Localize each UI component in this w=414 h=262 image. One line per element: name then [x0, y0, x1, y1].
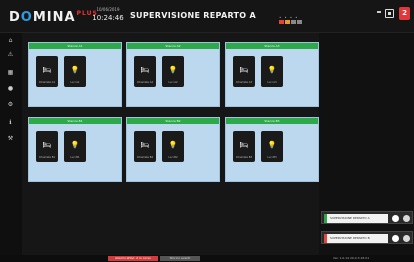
tile-caption: Luci B3: [267, 156, 277, 159]
room-title: Stanza A1: [29, 43, 121, 49]
home-icon[interactable]: [385, 9, 394, 18]
logo-letter-d: D: [9, 10, 21, 25]
tile-caption: Chiamata B1: [38, 156, 56, 159]
room-card: Stanza B3 🛏 Chiamata B3 💡 Luci B3: [225, 117, 319, 182]
alarm-status-icon: [279, 20, 284, 24]
date-time: 10/06/2019 10:24:46: [88, 7, 128, 22]
room-card: Stanza B2 🛏 Chiamata B2 💡 Luci B2: [126, 117, 220, 182]
light-bulb-icon: 💡: [267, 141, 277, 149]
logo-letters-mina: MINA: [32, 10, 76, 25]
room-title: Stanza B3: [226, 118, 318, 124]
bed-icon: 🛏: [239, 66, 249, 74]
bed-call-tile[interactable]: 🛏 Chiamata A1: [36, 56, 58, 87]
department-label[interactable]: SUPERVISIONE REPARTO A: [324, 214, 388, 223]
domina-logo: DOMINAPLUS: [9, 10, 98, 25]
sidebar-home-icon[interactable]: ⌂: [6, 37, 15, 44]
light-tile[interactable]: 💡 Luci B2: [162, 131, 184, 162]
light-tile[interactable]: 💡 Luci A2: [162, 56, 184, 87]
view-icon[interactable]: [403, 215, 410, 222]
tile-caption: Chiamata A3: [235, 81, 253, 84]
room-card: Stanza A2 🛏 Chiamata A2 💡 Luci A2: [126, 42, 220, 107]
status-dots: ••••: [279, 15, 301, 20]
bed-call-tile[interactable]: 🛏 Chiamata B3: [233, 131, 255, 162]
room-card: Stanza A3 🛏 Chiamata A3 💡 Luci A3: [225, 42, 319, 107]
language-flag-icon[interactable]: [269, 257, 281, 260]
department-label[interactable]: SUPERVISIONE REPARTO B: [324, 234, 388, 243]
logo-letter-o: O: [20, 10, 33, 25]
minimize-icon[interactable]: [377, 11, 381, 13]
sidebar-info-icon[interactable]: ℹ: [6, 119, 15, 126]
tile-caption: Chiamata B3: [235, 156, 253, 159]
tile-caption: Chiamata A1: [38, 81, 56, 84]
sidebar-tools-icon[interactable]: ⚒: [6, 135, 15, 142]
info-indicator[interactable]: Storico eventi: [160, 256, 200, 261]
room-card: Stanza B1 🛏 Chiamata B1 💡 Luci B1: [28, 117, 122, 182]
bed-call-tile[interactable]: 🛏 Chiamata B1: [36, 131, 58, 162]
status-bar: Allarmi attivi: 2 in corso Storico event…: [0, 255, 414, 262]
sidebar: ⌂ ⚠ ▦ ● ⚙ ℹ ⚒: [0, 33, 22, 255]
view-icon[interactable]: [403, 235, 410, 242]
department-row[interactable]: SUPERVISIONE REPARTO B: [321, 231, 413, 244]
settings-icon[interactable]: [392, 215, 399, 222]
light-tile[interactable]: 💡 Luci A3: [261, 56, 283, 87]
light-tile[interactable]: 💡 Luci B1: [64, 131, 86, 162]
date-text: 10/06/2019: [96, 7, 120, 12]
app-window: DOMINAPLUS 10/06/2019 10:24:46 SUPERVISI…: [0, 0, 414, 262]
tile-caption: Luci B1: [70, 156, 80, 159]
light-tile[interactable]: 💡 Luci B3: [261, 131, 283, 162]
right-panel: SUPERVISIONE REPARTO A SUPERVISIONE REPA…: [319, 33, 414, 255]
sidebar-settings-icon[interactable]: ⚙: [6, 101, 15, 108]
signal-status-icon: [297, 20, 302, 24]
network-status-icon: [291, 20, 296, 24]
bed-icon: 🛏: [42, 66, 52, 74]
alert-badge[interactable]: 2: [399, 7, 410, 20]
bed-icon: 🛏: [140, 66, 150, 74]
alarm-indicator[interactable]: Allarmi attivi: 2 in corso: [108, 256, 158, 261]
time-text: 10:24:46: [92, 14, 124, 22]
bed-call-tile[interactable]: 🛏 Chiamata B2: [134, 131, 156, 162]
tile-caption: Chiamata B2: [136, 156, 154, 159]
bed-call-tile[interactable]: 🛏 Chiamata A3: [233, 56, 255, 87]
bed-icon: 🛏: [140, 141, 150, 149]
warning-status-icon: [285, 20, 290, 24]
tile-caption: Chiamata A2: [136, 81, 154, 84]
settings-icon[interactable]: [392, 235, 399, 242]
bed-icon: 🛏: [42, 141, 52, 149]
light-bulb-icon: 💡: [168, 141, 178, 149]
version-text: Ver. 1.0.14 29.0.3.18.01: [333, 256, 370, 260]
room-title: Stanza B1: [29, 118, 121, 124]
department-row[interactable]: SUPERVISIONE REPARTO A: [321, 211, 413, 224]
light-bulb-icon: 💡: [70, 141, 80, 149]
sidebar-alarm-icon[interactable]: ⚠: [6, 51, 15, 58]
sidebar-status-icon[interactable]: ●: [6, 85, 15, 92]
light-tile[interactable]: 💡 Luci A1: [64, 56, 86, 87]
sidebar-grid-icon[interactable]: ▦: [6, 69, 15, 76]
tile-caption: Luci A2: [168, 81, 178, 84]
light-bulb-icon: 💡: [267, 66, 277, 74]
top-bar: DOMINAPLUS 10/06/2019 10:24:46 SUPERVISI…: [0, 0, 414, 33]
room-title: Stanza A2: [127, 43, 219, 49]
tile-caption: Luci A1: [70, 81, 80, 84]
room-card: Stanza A1 🛏 Chiamata A1 💡 Luci A1: [28, 42, 122, 107]
light-bulb-icon: 💡: [168, 66, 178, 74]
bed-call-tile[interactable]: 🛏 Chiamata A2: [134, 56, 156, 87]
bed-icon: 🛏: [239, 141, 249, 149]
room-grid: Stanza A1 🛏 Chiamata A1 💡 Luci A1 Stanza…: [22, 33, 319, 255]
tile-caption: Luci A3: [267, 81, 277, 84]
room-title: Stanza A3: [226, 43, 318, 49]
room-title: Stanza B2: [127, 118, 219, 124]
tile-caption: Luci B2: [168, 156, 178, 159]
page-title: SUPERVISIONE REPARTO A: [130, 11, 256, 20]
light-bulb-icon: 💡: [70, 66, 80, 74]
